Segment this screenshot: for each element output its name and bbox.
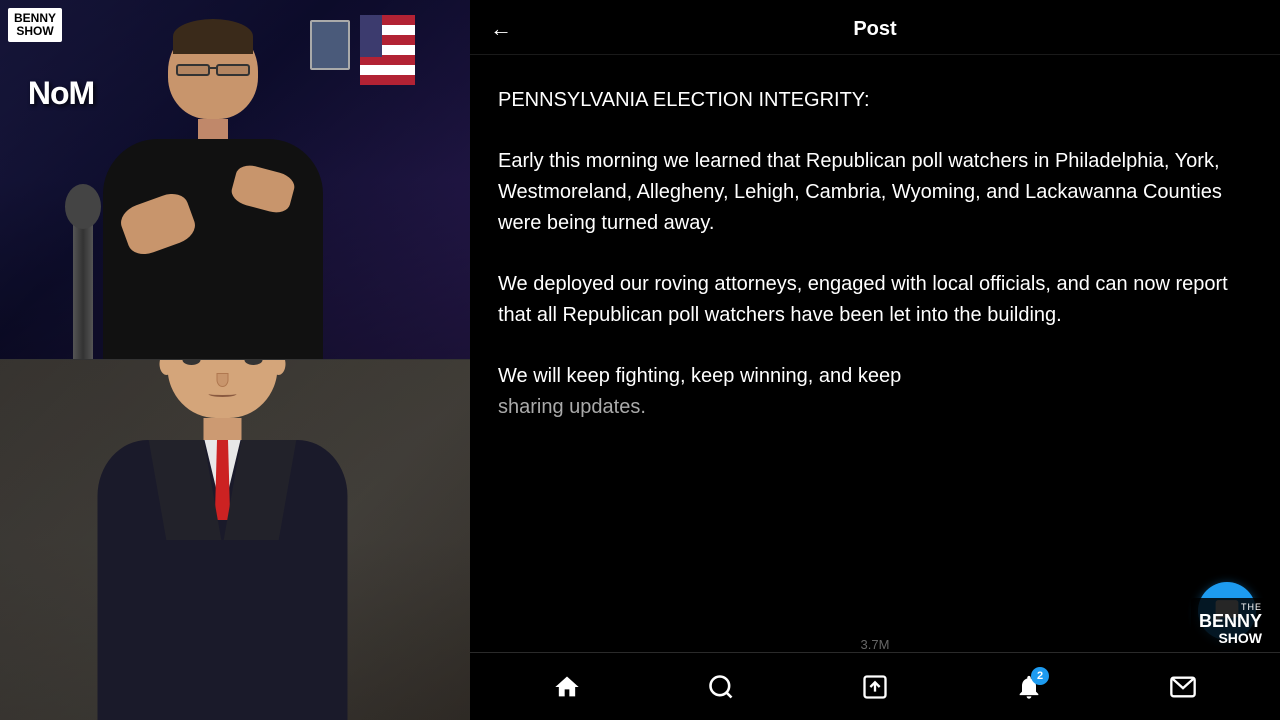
benny-logo-top: BENNY SHOW	[8, 8, 62, 42]
nav-messages[interactable]	[1157, 665, 1209, 709]
nav-home[interactable]	[541, 665, 593, 709]
post-paragraph-1: PENNSYLVANIA ELECTION INTEGRITY:	[498, 85, 1252, 116]
benny-logo-bottom-right: THE BENNY SHOW	[1191, 598, 1270, 650]
nav-search[interactable]	[695, 665, 747, 709]
compose-icon	[861, 673, 889, 701]
bottom-nav: 2	[470, 652, 1280, 720]
post-panel: ← Post PENNSYLVANIA ELECTION INTEGRITY: …	[470, 0, 1280, 720]
home-icon	[553, 673, 581, 701]
mail-icon	[1169, 673, 1197, 701]
search-icon	[707, 673, 735, 701]
post-title: Post	[853, 18, 896, 41]
video-top: BENNY SHOW NoM	[0, 0, 470, 360]
post-content: PENNSYLVANIA ELECTION INTEGRITY: Early t…	[470, 55, 1280, 652]
person-top	[103, 24, 323, 359]
post-header: ← Post	[470, 0, 1280, 55]
video-panel: BENNY SHOW NoM	[0, 0, 470, 720]
post-paragraph-2: Early this morning we learned that Repub…	[498, 146, 1252, 239]
nav-notifications[interactable]: 2	[1003, 665, 1055, 709]
post-paragraph-3: We deployed our roving attorneys, engage…	[498, 269, 1252, 331]
notification-badge: 2	[1031, 667, 1049, 685]
post-paragraph-4: We will keep fighting, keep winning, and…	[498, 361, 1252, 423]
back-button[interactable]: ←	[490, 18, 512, 40]
stat-text: 3.7M	[861, 637, 890, 652]
nav-compose[interactable]	[849, 665, 901, 709]
nom-text: NoM	[0, 43, 122, 144]
video-bottom	[0, 360, 470, 720]
person-bottom	[98, 360, 348, 720]
